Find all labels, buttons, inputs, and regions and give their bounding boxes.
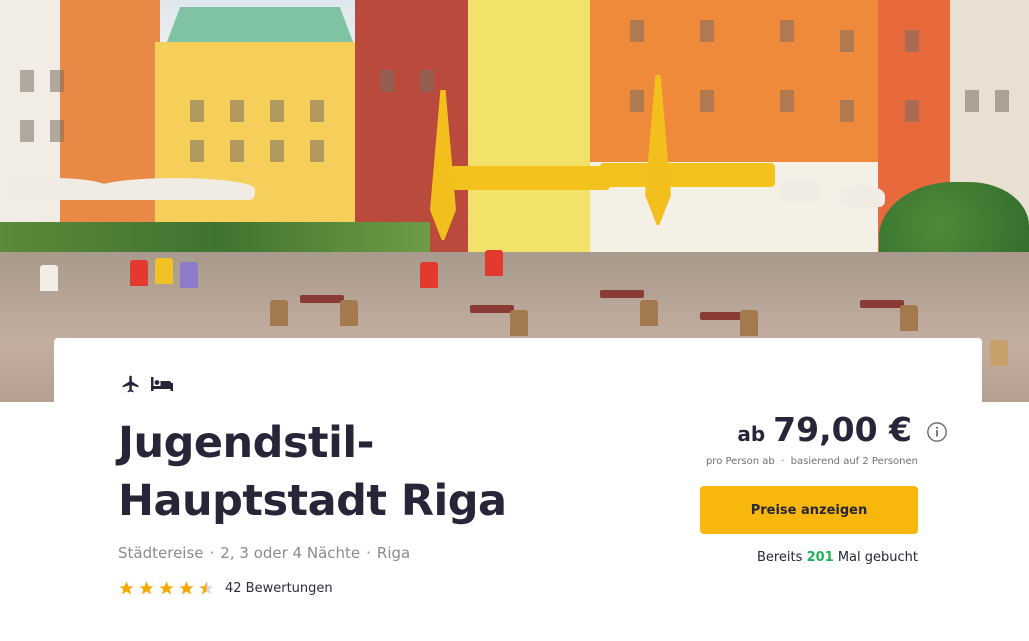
bed-icon [150,374,174,394]
booked-count-text: Bereits 201 Mal gebucht [757,550,918,565]
separator-dot: · [366,544,371,562]
rating[interactable]: 42 Bewertungen [118,580,333,597]
star-icon [159,581,174,595]
booked-suffix: Mal gebucht [837,550,918,565]
price-subtext: pro Person ab · basierend auf 2 Personen [706,456,918,467]
booked-prefix: Bereits [756,550,803,565]
per-person-label: pro Person ab [705,456,775,467]
trip-duration: 2, 3 oder 4 Nächte [220,544,361,562]
separator-dot: · [209,544,215,562]
offer-card: Jugendstil-Hauptstadt Riga Städtereise ·… [54,338,982,641]
price-block: ab 79,00 € [737,410,948,449]
star-rating [118,580,215,597]
price-value: 79,00 € [773,410,912,449]
half-star-icon [199,581,214,595]
star-icon [179,581,194,595]
trip-city: Riga [376,544,411,562]
trip-type: Städtereise [118,544,204,562]
separator-dot: · [777,456,788,467]
info-icon[interactable] [926,421,948,447]
star-icon [119,581,134,595]
price-basis-label: basierend auf 2 Personen [790,456,918,467]
star-icon [139,581,154,595]
booked-count: 201 [806,550,834,565]
reviews-count[interactable]: 42 Bewertungen [225,581,333,596]
price-prefix: ab [737,422,766,446]
show-prices-button[interactable]: Preise anzeigen [700,486,918,534]
travel-type-icons [120,374,174,394]
offer-title: Jugendstil-Hauptstadt Riga [118,418,507,526]
plane-icon [120,374,142,394]
offer-meta: Städtereise · 2, 3 oder 4 Nächte · Riga [118,544,410,562]
